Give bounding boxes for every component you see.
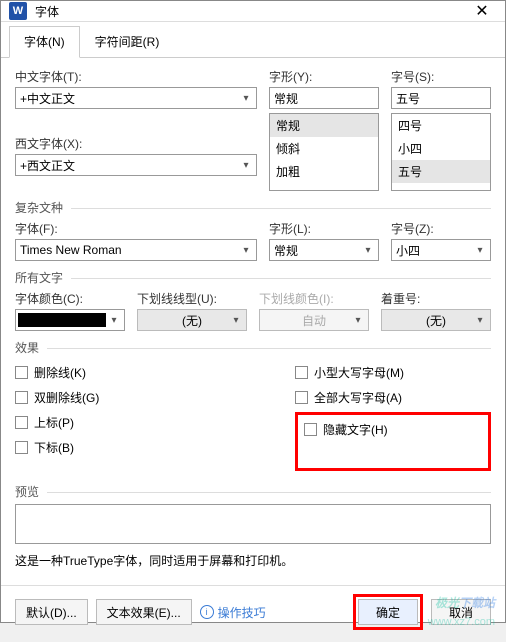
highlight-box-hidden: 隐藏文字(H) (295, 412, 491, 471)
underline-style-value: (无) (142, 312, 242, 329)
app-icon: W (9, 2, 27, 20)
chevron-down-icon: ▾ (472, 240, 488, 260)
size-value: 五号 (396, 90, 420, 107)
emphasis-value: (无) (386, 312, 486, 329)
info-text: 这是一种TrueType字体，同时适用于屏幕和打印机。 (15, 552, 491, 569)
style-input[interactable]: 常规 (269, 87, 379, 109)
label-style: 字形(Y): (269, 68, 379, 85)
list-item[interactable]: 五号 (392, 160, 490, 183)
checkbox-sub[interactable]: 下标(B) (15, 439, 255, 456)
checkbox-label: 下标(B) (34, 439, 74, 456)
checkbox-label: 删除线(K) (34, 364, 86, 381)
checkbox-dstrike[interactable]: 双删除线(G) (15, 389, 255, 406)
chevron-down-icon: ▾ (228, 310, 244, 330)
chevron-down-icon: ▾ (350, 310, 366, 330)
checkbox-label: 全部大写字母(A) (314, 389, 402, 406)
window-title: 字体 (35, 3, 467, 20)
chevron-down-icon: ▾ (238, 240, 254, 260)
underline-color-combo: 自动 ▾ (259, 309, 369, 331)
chevron-down-icon: ▾ (106, 310, 122, 330)
default-button[interactable]: 默认(D)... (15, 599, 88, 625)
checkbox-smallcaps[interactable]: 小型大写字母(M) (295, 364, 491, 381)
underline-style-combo[interactable]: (无) ▾ (137, 309, 247, 331)
chevron-down-icon: ▾ (360, 240, 376, 260)
font-f-combo[interactable]: Times New Roman ▾ (15, 239, 257, 261)
label-style-l: 字形(L): (269, 220, 379, 237)
group-all-text: 所有文字 (15, 269, 491, 286)
label-west-font: 西文字体(X): (15, 135, 257, 152)
checkbox-allcaps[interactable]: 全部大写字母(A) (295, 389, 491, 406)
highlight-box-ok: 确定 (353, 594, 423, 630)
style-value: 常规 (274, 90, 298, 107)
tips-link[interactable]: i 操作技巧 (200, 604, 266, 621)
tips-label: 操作技巧 (218, 604, 266, 621)
text-effects-button[interactable]: 文本效果(E)... (96, 599, 192, 625)
chevron-down-icon: ▾ (238, 155, 254, 175)
cn-font-value: +中文正文 (20, 90, 75, 107)
group-effects: 效果 (15, 339, 491, 356)
size-z-value: 小四 (396, 242, 420, 259)
checkbox-hidden[interactable]: 隐藏文字(H) (304, 421, 482, 438)
list-item[interactable]: 倾斜 (270, 137, 378, 160)
cancel-button[interactable]: 取消 (431, 599, 491, 625)
ok-button[interactable]: 确定 (358, 599, 418, 625)
label-font-f: 字体(F): (15, 220, 257, 237)
west-font-value: +西文正文 (20, 157, 75, 174)
font-color-combo[interactable]: ▾ (15, 309, 125, 331)
color-swatch (18, 313, 106, 327)
size-input[interactable]: 五号 (391, 87, 491, 109)
chevron-down-icon: ▾ (238, 88, 254, 108)
checkbox-label: 小型大写字母(M) (314, 364, 404, 381)
checkbox-label: 上标(P) (34, 414, 74, 431)
tab-font[interactable]: 字体(N) (9, 26, 80, 58)
cn-font-combo[interactable]: +中文正文 ▾ (15, 87, 257, 109)
info-icon: i (200, 605, 214, 619)
tab-bar: 字体(N) 字符间距(R) (1, 22, 505, 58)
chevron-down-icon: ▾ (472, 310, 488, 330)
checkbox-label: 双删除线(G) (34, 389, 99, 406)
tab-spacing[interactable]: 字符间距(R) (80, 26, 175, 57)
style-l-value: 常规 (274, 242, 298, 259)
size-z-combo[interactable]: 小四 ▾ (391, 239, 491, 261)
font-f-value: Times New Roman (20, 243, 122, 257)
list-item[interactable]: 加粗 (270, 160, 378, 183)
size-listbox[interactable]: 四号 小四 五号 (391, 113, 491, 191)
preview-box (15, 504, 491, 544)
list-item[interactable]: 小四 (392, 137, 490, 160)
emphasis-combo[interactable]: (无) ▾ (381, 309, 491, 331)
group-complex: 复杂文种 (15, 199, 491, 216)
checkbox-super[interactable]: 上标(P) (15, 414, 255, 431)
label-emphasis: 着重号: (381, 290, 491, 307)
west-font-combo[interactable]: +西文正文 ▾ (15, 154, 257, 176)
list-item[interactable]: 常规 (270, 114, 378, 137)
style-listbox[interactable]: 常规 倾斜 加粗 (269, 113, 379, 191)
group-preview: 预览 (15, 483, 491, 500)
style-l-combo[interactable]: 常规 ▾ (269, 239, 379, 261)
titlebar: W 字体 ✕ (1, 1, 505, 22)
checkbox-strike[interactable]: 删除线(K) (15, 364, 255, 381)
label-underline-style: 下划线线型(U): (137, 290, 247, 307)
label-cn-font: 中文字体(T): (15, 68, 257, 85)
list-item[interactable]: 四号 (392, 114, 490, 137)
label-size: 字号(S): (391, 68, 491, 85)
label-underline-color: 下划线颜色(I): (259, 290, 369, 307)
close-icon[interactable]: ✕ (467, 1, 497, 21)
label-size-z: 字号(Z): (391, 220, 491, 237)
checkbox-label: 隐藏文字(H) (323, 421, 388, 438)
underline-color-value: 自动 (264, 312, 364, 329)
label-font-color: 字体颜色(C): (15, 290, 125, 307)
footer: 默认(D)... 文本效果(E)... i 操作技巧 确定 取消 极光下载站 w… (1, 585, 505, 642)
